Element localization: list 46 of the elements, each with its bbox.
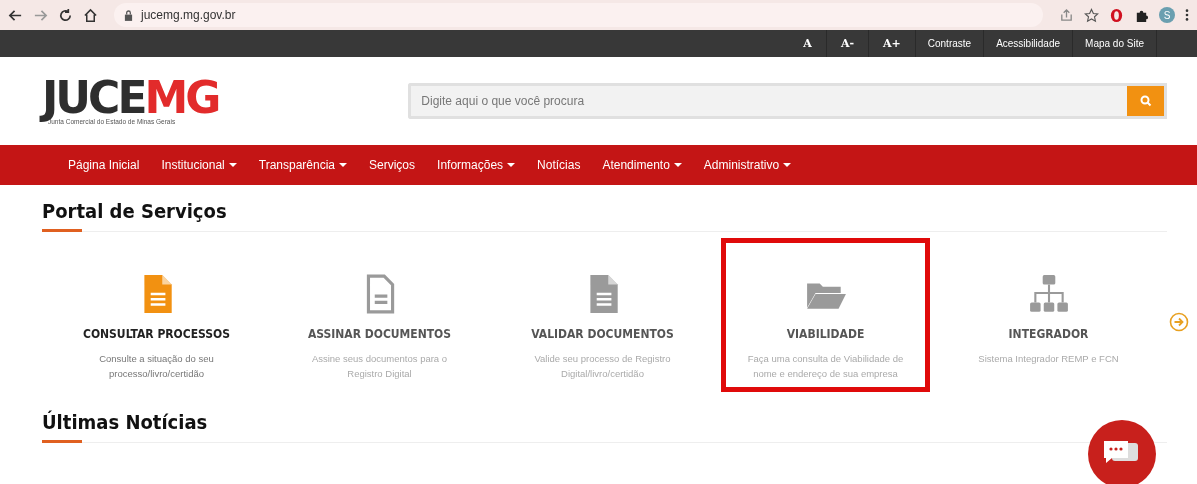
caret-icon [339,163,348,167]
service-title: VIABILIDADE [786,327,865,341]
service-card[interactable]: INTEGRADOR Sistema Integrador REMP e FCN [944,262,1153,377]
caret-icon [507,163,516,167]
service-title: INTEGRADOR [1008,327,1089,341]
menu-item[interactable]: Administrativo [703,158,792,172]
menu-item[interactable]: Institucional [161,158,237,172]
service-title: VALIDAR DOCUMENTOS [531,327,674,341]
address-bar[interactable]: jucemg.mg.gov.br [114,3,1043,27]
menu-item[interactable]: Página Inicial [68,158,140,172]
service-description: Faça uma consulta de Viabilidade de nome e endereço de sua empresa [746,352,905,381]
star-icon[interactable] [1084,7,1099,23]
caret-icon [783,163,792,167]
menu-item[interactable]: Transparência [258,158,348,172]
section-title: Portal de Serviços [42,199,228,223]
service-title: ASSINAR DOCUMENTOS [307,327,452,341]
share-icon[interactable] [1059,7,1074,23]
caret-icon [673,163,682,167]
chat-button[interactable] [1088,420,1156,484]
top-link[interactable]: Contraste [915,30,985,57]
font-size-button[interactable]: A- [826,30,869,57]
menu-item[interactable]: Notícias [537,158,581,172]
menu-item[interactable]: Informações [437,158,516,172]
service-description: Valide seu processo de Registro Digital/livro/certidão [533,352,672,381]
section-title: Últimas Notícias [42,410,209,434]
service-description: Sistema Integrador REMP e FCN [977,352,1120,366]
url-text: jucemg.mg.gov.br [141,8,236,22]
font-size-button[interactable]: A [789,30,827,57]
top-link[interactable]: Acessibilidade [984,30,1074,57]
menu-item[interactable]: Serviços [369,158,416,172]
highlighted-service-card[interactable]: VIABILIDADE Faça uma consulta de Viabilidade de nome e endereço de sua empresa [721,238,930,392]
service-card[interactable]: VALIDAR DOCUMENTOS Valide seu processo de Registro Digital/livro/certidão [498,262,707,392]
service-card[interactable]: CONSULTAR PROCESSOS Consulte a situação do seu processo/livro/certidão [52,262,261,392]
menu-icon[interactable] [1185,8,1189,22]
service-title: CONSULTAR PROCESSOS [82,327,231,341]
home-icon[interactable] [83,7,98,23]
lock-icon [124,9,133,21]
font-size-button[interactable]: A+ [869,30,916,57]
service-description: Assine seus documentos para o Registro Digital [310,352,449,381]
reload-icon[interactable] [58,7,73,23]
top-link[interactable]: Mapa do Site [1073,30,1157,57]
service-description: Consulte a situação do seu processo/livro/certidão [98,352,215,381]
service-card[interactable]: ASSINAR DOCUMENTOS Assine seus documentos para o Registro Digital [275,262,484,392]
extension-icon[interactable] [1109,7,1124,23]
caret-icon [228,163,237,167]
menu-item[interactable]: Atendimento [602,158,682,172]
